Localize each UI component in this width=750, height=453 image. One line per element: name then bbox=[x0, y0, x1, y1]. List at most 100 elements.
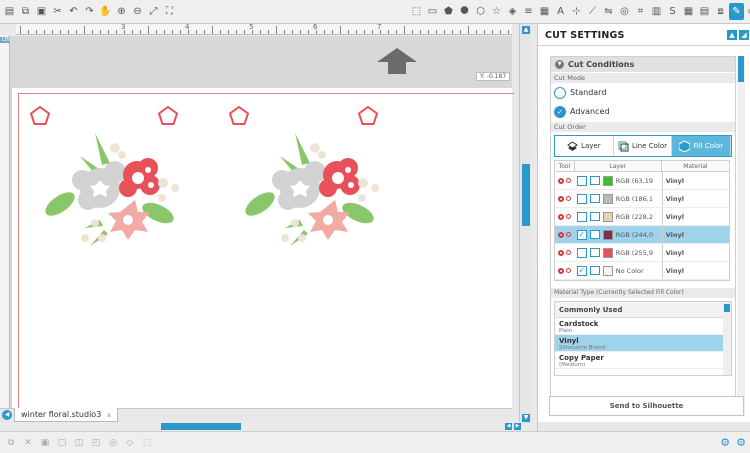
zoom-out-icon[interactable]: ⊖ bbox=[130, 3, 145, 20]
tool-cell[interactable] bbox=[555, 231, 575, 238]
cut-checkbox[interactable] bbox=[576, 211, 587, 222]
select-icon[interactable]: ⬚ bbox=[409, 3, 424, 20]
tool-1-icon[interactable] bbox=[558, 249, 565, 256]
cut-checkbox[interactable]: ✓ bbox=[576, 229, 587, 240]
pentagon-shape[interactable] bbox=[29, 105, 51, 127]
material-cell[interactable]: Vinyl bbox=[661, 208, 729, 225]
tab-nav-icon[interactable]: ◀ bbox=[2, 410, 12, 420]
table-row[interactable]: RGB (228,2 Vinyl bbox=[555, 208, 729, 226]
scroll-up-icon[interactable]: ▲ bbox=[522, 26, 530, 34]
material-item[interactable]: Cardstock Plain bbox=[555, 318, 731, 335]
material-cell[interactable]: Vinyl bbox=[661, 190, 729, 207]
grid-icon[interactable]: ▦ bbox=[681, 3, 696, 20]
panel-expand-icon[interactable]: ◢ bbox=[739, 30, 749, 40]
mode-standard-option[interactable]: Standard bbox=[551, 83, 735, 102]
scroll-left-icon[interactable]: ◀ bbox=[505, 423, 512, 430]
tool-1-icon[interactable] bbox=[558, 231, 565, 238]
cutting-mat[interactable] bbox=[12, 88, 514, 423]
fill-icon[interactable]: ▦ bbox=[537, 3, 552, 20]
section-header[interactable]: ▼ Cut Conditions bbox=[551, 57, 735, 72]
cut-checkbox[interactable] bbox=[576, 193, 587, 204]
pentagon-shape[interactable] bbox=[228, 105, 250, 127]
order-by-line-color-button[interactable]: Line Color bbox=[613, 136, 673, 156]
redo-icon[interactable]: ↷ bbox=[82, 3, 97, 20]
mode-advanced-option[interactable]: ✓ Advanced bbox=[551, 102, 735, 121]
save-icon[interactable]: ▤ bbox=[2, 3, 17, 20]
align-icon[interactable]: ▤ bbox=[697, 3, 712, 20]
cut-checkbox[interactable]: ✓ bbox=[576, 265, 587, 276]
undo-icon[interactable]: ↶ bbox=[66, 3, 81, 20]
tool-2-icon[interactable] bbox=[566, 250, 572, 255]
material-cell[interactable]: Vinyl bbox=[661, 262, 729, 279]
transform-icon[interactable]: ⬚ bbox=[140, 436, 154, 450]
canvas-workspace[interactable]: Y: -0.187 bbox=[10, 36, 514, 423]
vertical-scroll-thumb[interactable] bbox=[522, 164, 530, 226]
cut-checkbox[interactable] bbox=[576, 175, 587, 186]
tool-1-icon[interactable] bbox=[558, 195, 565, 202]
tool-cell[interactable] bbox=[555, 267, 575, 274]
table-row[interactable]: ✓ RGB (244,0 Vinyl bbox=[555, 226, 729, 244]
design-icon[interactable]: ▭ bbox=[745, 3, 750, 20]
material-cell[interactable]: Vinyl bbox=[661, 244, 729, 261]
pentagon-icon[interactable]: ⬟ bbox=[441, 3, 456, 20]
shape-icon[interactable]: ◈ bbox=[505, 3, 520, 20]
scroll-down-icon[interactable]: ▼ bbox=[522, 414, 530, 422]
compound-path-icon[interactable]: ◫ bbox=[72, 436, 86, 450]
offset-icon[interactable]: ◎ bbox=[617, 3, 632, 20]
group-icon[interactable]: ▣ bbox=[38, 436, 52, 450]
library-icon[interactable]: ▥ bbox=[649, 3, 664, 20]
panel-scroll-thumb[interactable] bbox=[738, 56, 744, 82]
material-cell[interactable]: Vinyl bbox=[661, 226, 729, 243]
radio-checked-icon[interactable]: ✓ bbox=[554, 105, 566, 118]
material-cell[interactable]: Vinyl bbox=[661, 172, 729, 189]
material-item-selected[interactable]: Vinyl Silhouette Brand bbox=[555, 335, 731, 352]
tool-cell[interactable] bbox=[555, 213, 575, 220]
panel-collapse-icon[interactable]: ▲ bbox=[727, 30, 737, 40]
cut-checkbox[interactable] bbox=[576, 247, 587, 258]
order-by-layer-button[interactable]: Layer bbox=[555, 136, 614, 156]
table-row[interactable]: RGB (255,9 Vinyl bbox=[555, 244, 729, 262]
table-row[interactable]: RGB (63,19 Vinyl bbox=[555, 172, 729, 190]
settings-gear-icon[interactable]: ⚙ bbox=[720, 436, 730, 449]
knife-icon[interactable]: ⟋ bbox=[585, 3, 600, 20]
zoom-select-icon[interactable]: ⛶ bbox=[162, 3, 177, 20]
pan-icon[interactable]: ✋ bbox=[98, 3, 113, 20]
tool-2-icon[interactable] bbox=[566, 214, 572, 219]
send-icon[interactable]: ✎ bbox=[729, 3, 744, 20]
cut-icon[interactable]: ✂ bbox=[50, 3, 65, 20]
radio-unchecked-icon[interactable] bbox=[554, 86, 566, 99]
text-icon[interactable]: A bbox=[553, 3, 568, 20]
offset-icon[interactable]: ◇ bbox=[123, 436, 137, 450]
star-icon[interactable]: ☆ bbox=[489, 3, 504, 20]
close-tab-icon[interactable]: x bbox=[107, 412, 111, 419]
scroll-thumb[interactable] bbox=[724, 304, 730, 312]
horizontal-scroll-thumb[interactable] bbox=[161, 423, 241, 430]
document-tab[interactable]: winter floral.studio3 x bbox=[14, 408, 118, 422]
floral-bouquet-right[interactable] bbox=[240, 128, 390, 263]
canvas-horizontal-scrollbar[interactable]: ◀ ▶ bbox=[0, 422, 523, 431]
mirror-icon[interactable]: ⇋ bbox=[601, 3, 616, 20]
octagon-icon[interactable]: ⯃ bbox=[457, 3, 472, 20]
tool-cell[interactable] bbox=[555, 177, 575, 184]
tool-1-icon[interactable] bbox=[558, 267, 565, 274]
material-item[interactable]: Copy Paper (Medium) bbox=[555, 352, 731, 369]
material-list-scrollbar[interactable] bbox=[723, 302, 731, 375]
zoom-in-icon[interactable]: ⊕ bbox=[114, 3, 129, 20]
tool-cell[interactable] bbox=[555, 249, 575, 256]
trace-icon[interactable]: ⌗ bbox=[633, 3, 648, 20]
ungroup-icon[interactable]: ▢ bbox=[55, 436, 69, 450]
hexagon-icon[interactable]: ⬡ bbox=[473, 3, 488, 20]
order-by-fill-color-button[interactable]: Fill Color bbox=[672, 136, 732, 156]
table-row[interactable]: RGB (186,1 Vinyl bbox=[555, 190, 729, 208]
collapse-arrow-icon[interactable]: ▼ bbox=[555, 60, 564, 69]
pentagon-shape[interactable] bbox=[157, 105, 179, 127]
machine-gear-icon[interactable]: ⚙ bbox=[736, 436, 746, 449]
page-setup-icon[interactable]: ▭ bbox=[425, 3, 440, 20]
replicate-icon[interactable]: ⧈ bbox=[713, 3, 728, 20]
panel-scrollbar[interactable] bbox=[737, 56, 745, 416]
tool-2-icon[interactable] bbox=[566, 196, 572, 201]
store-icon[interactable]: S bbox=[665, 3, 680, 20]
send-to-silhouette-button[interactable]: Send to Silhouette bbox=[549, 396, 744, 416]
zoom-fit-icon[interactable]: ⤢ bbox=[146, 3, 161, 20]
copy-icon[interactable]: ⧉ bbox=[18, 3, 33, 20]
